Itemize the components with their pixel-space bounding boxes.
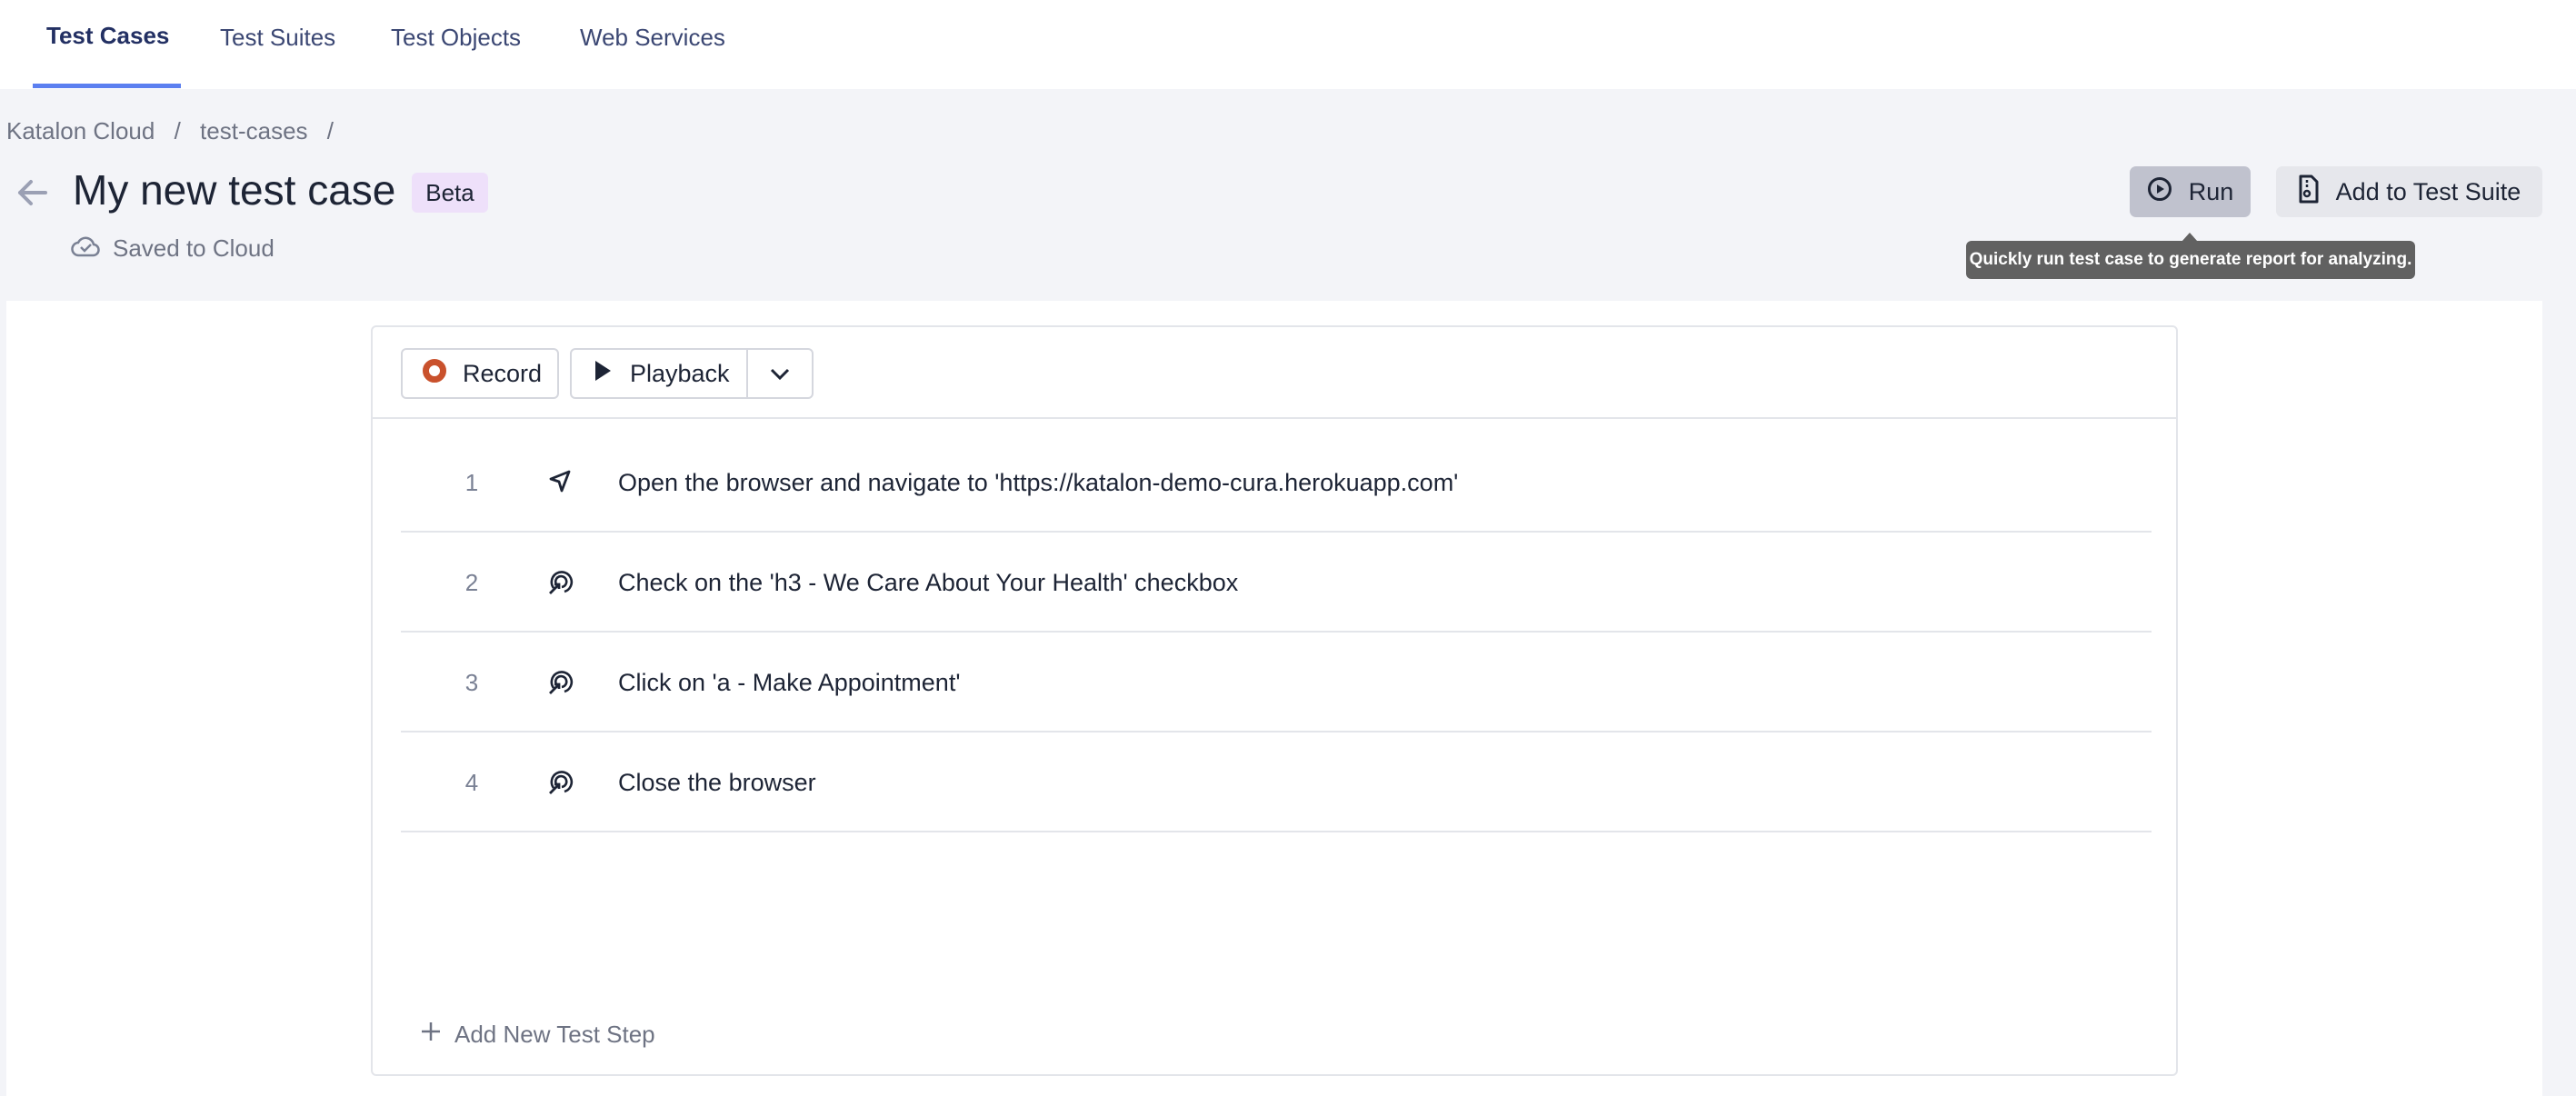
click-target-icon: [546, 768, 574, 795]
test-step-row[interactable]: 2 Check on the 'h3 - We Care About Your …: [401, 533, 2152, 633]
cloud-check-icon: [71, 233, 100, 264]
breadcrumb-test-cases[interactable]: test-cases: [200, 117, 308, 144]
tab-test-cases[interactable]: Test Cases: [46, 22, 169, 50]
save-status: Saved to Cloud: [71, 233, 275, 264]
step-description: Close the browser: [618, 769, 816, 796]
back-arrow-icon[interactable]: [15, 176, 49, 209]
step-description: Click on 'a - Make Appointment': [618, 669, 961, 696]
test-step-row[interactable]: 1 Open the browser and navigate to 'http…: [401, 433, 2152, 533]
click-target-icon: [546, 568, 574, 595]
beta-badge: Beta: [412, 173, 488, 213]
chevron-down-icon: [769, 360, 791, 388]
step-number: 3: [464, 669, 479, 696]
step-number: 1: [464, 469, 479, 496]
record-button[interactable]: Record: [401, 348, 559, 399]
run-button[interactable]: Run: [2130, 166, 2251, 217]
save-status-text: Saved to Cloud: [113, 234, 275, 262]
test-steps-card: Record Playback 1 Open the browser and n…: [371, 325, 2178, 1076]
test-step-row[interactable]: 3 Click on 'a - Make Appointment': [401, 633, 2152, 732]
run-label: Run: [2188, 177, 2234, 205]
playback-button[interactable]: Playback: [572, 350, 748, 397]
step-description: Check on the 'h3 - We Care About Your He…: [618, 569, 1239, 596]
tab-test-objects[interactable]: Test Objects: [391, 24, 521, 52]
top-nav: Test Cases Test Suites Test Objects Web …: [0, 0, 2576, 89]
add-to-test-suite-label: Add to Test Suite: [2335, 177, 2521, 205]
step-number: 4: [464, 769, 479, 796]
playback-button-group: Playback: [570, 348, 814, 399]
tab-web-services[interactable]: Web Services: [580, 24, 725, 52]
active-tab-indicator: [33, 84, 181, 88]
click-target-icon: [546, 668, 574, 695]
record-label: Record: [463, 359, 543, 387]
toolbar-divider: [373, 417, 2176, 419]
file-zip-icon: [2298, 174, 2320, 210]
play-icon: [594, 360, 612, 388]
step-description: Open the browser and navigate to 'https:…: [618, 469, 1459, 496]
breadcrumb: Katalon Cloud / test-cases /: [6, 117, 346, 145]
playback-label: Playback: [630, 359, 730, 387]
step-number: 2: [464, 569, 479, 596]
add-to-test-suite-button[interactable]: Add to Test Suite: [2276, 166, 2542, 217]
test-step-row[interactable]: 4 Close the browser: [401, 732, 2152, 832]
add-new-test-step-button[interactable]: Add New Test Step: [420, 1021, 655, 1049]
play-circle-icon: [2147, 176, 2172, 208]
breadcrumb-separator: /: [174, 117, 181, 144]
page-title: My new test case: [73, 166, 396, 214]
plus-icon: [420, 1021, 442, 1049]
record-icon: [423, 358, 446, 389]
navigate-icon: [546, 468, 574, 495]
add-new-test-step-label: Add New Test Step: [454, 1021, 655, 1048]
breadcrumb-separator: /: [326, 117, 334, 144]
playback-options-dropdown[interactable]: [748, 350, 812, 397]
tab-test-suites[interactable]: Test Suites: [220, 24, 335, 52]
run-tooltip: Quickly run test case to generate report…: [1966, 241, 2415, 279]
breadcrumb-katalon-cloud[interactable]: Katalon Cloud: [6, 117, 155, 144]
